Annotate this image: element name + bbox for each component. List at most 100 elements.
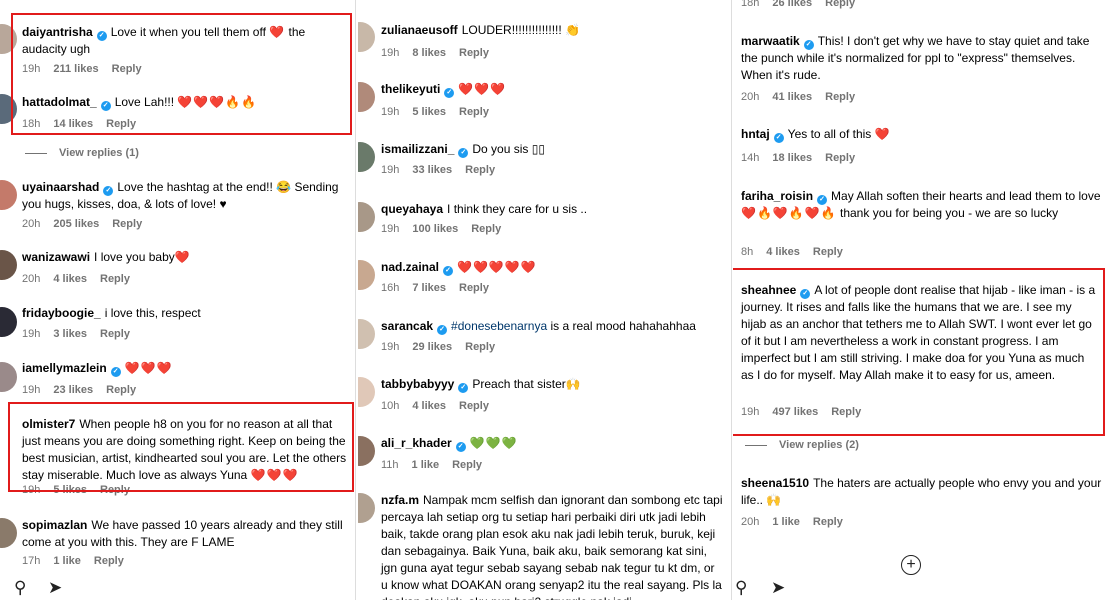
view-replies-button[interactable]: View replies (1) [25,147,139,159]
comment-meta: 19h 3 likes Reply [22,328,143,340]
comment-username[interactable]: wanizawawi [22,250,90,264]
like-count[interactable]: 4 likes [766,246,800,258]
avatar[interactable] [358,260,375,290]
send-icon[interactable]: ➤ [771,578,785,598]
comment-username[interactable]: uyainaarshad [22,180,99,194]
comment-username[interactable]: sarancak [381,319,433,333]
comment-time: 19h [381,341,400,353]
reply-button[interactable]: Reply [106,384,136,396]
comment-username[interactable]: sopimazlan [22,518,87,532]
like-count[interactable]: 100 likes [412,223,458,235]
like-count[interactable]: 26 likes [772,0,812,9]
comment-meta: 10h 4 likes Reply [381,400,502,412]
reply-button[interactable]: Reply [100,328,130,340]
reply-button[interactable]: Reply [459,282,489,294]
comment-username[interactable]: zulianaeusoff [381,23,458,37]
reply-button[interactable]: Reply [825,91,855,103]
comment-username[interactable]: hntaj [741,127,770,141]
avatar[interactable] [358,142,375,172]
verified-icon: ✓ [444,88,455,98]
highlight-box [733,268,1105,436]
avatar[interactable] [358,22,375,52]
comments-column-1: daiyantrisha ✓ Love it when you tell them … [0,0,355,600]
comment-username[interactable]: iamellymazlein [22,361,107,375]
reply-button[interactable]: Reply [813,516,843,528]
reply-button[interactable]: Reply [471,223,501,235]
comment-time: 20h [741,91,760,103]
column-divider [355,0,356,600]
avatar[interactable] [0,250,17,280]
avatar[interactable] [358,202,375,232]
comment-username[interactable]: fridayboogie_ [22,306,101,320]
comment-username[interactable]: nad.zainal [381,260,439,274]
verified-icon: ✓ [803,40,814,50]
like-count[interactable]: 7 likes [412,282,446,294]
like-count[interactable]: 8 likes [412,47,446,59]
reply-button[interactable]: Reply [465,341,495,353]
raised-hands-emoji: 🙌 [565,377,581,391]
comment-username[interactable]: tabbybabyyy [381,377,454,391]
comment-username[interactable]: queyahaya [381,202,443,216]
reply-button[interactable]: Reply [452,459,482,471]
clap-emoji: 👏 [565,23,581,37]
verified-icon: ✓ [437,325,448,335]
comment-username[interactable]: fariha_roisin [741,189,813,203]
hashtag-link[interactable]: #donesebenarnya [451,319,547,333]
comment-text: Yes to all of this [787,127,872,141]
search-icon[interactable]: ⚲ [735,578,747,598]
comment-time: 14h [741,152,760,164]
like-count[interactable]: 41 likes [772,91,812,103]
like-count[interactable]: 4 likes [53,273,87,285]
comment-username[interactable]: nzfa.m [381,493,419,507]
heart-emoji: ❤️ [874,127,891,141]
comment-meta: 20h 1 like Reply [741,516,856,528]
reply-button[interactable]: Reply [94,555,124,567]
reply-button[interactable]: Reply [459,106,489,118]
reply-button[interactable]: Reply [825,152,855,164]
like-count[interactable]: 1 like [412,459,440,471]
avatar[interactable] [0,307,17,337]
comment-meta: 14h 18 likes Reply [741,152,868,164]
like-count[interactable]: 23 likes [53,384,93,396]
like-count[interactable]: 29 likes [412,341,452,353]
like-count[interactable]: 18 likes [772,152,812,164]
like-count[interactable]: 1 like [772,516,800,528]
comment-text: LOUDER!!!!!!!!!!!!!!! [461,23,562,37]
comment-username[interactable]: sheena1510 [741,476,809,490]
verified-icon: ✓ [103,186,114,196]
avatar[interactable] [358,436,375,466]
avatar[interactable] [358,319,375,349]
avatar[interactable] [0,362,17,392]
comment-meta: 19h 100 likes Reply [381,223,514,235]
like-count[interactable]: 4 likes [412,400,446,412]
reply-button[interactable]: Reply [112,218,142,230]
search-icon[interactable]: ⚲ [14,578,26,598]
avatar[interactable] [358,377,375,407]
reply-button[interactable]: Reply [465,164,495,176]
reply-button[interactable]: Reply [100,273,130,285]
like-count[interactable]: 1 like [53,555,81,567]
comment-meta: 20h 205 likes Reply [22,218,155,230]
load-more-plus-icon[interactable]: + [901,555,921,575]
view-replies-button[interactable]: View replies (2) [745,439,859,451]
comment-username[interactable]: ismailizzani_ [381,142,454,156]
reply-button[interactable]: Reply [825,0,855,9]
send-icon[interactable]: ➤ [48,578,62,598]
like-count[interactable]: 5 likes [412,106,446,118]
reply-button[interactable]: Reply [459,400,489,412]
avatar[interactable] [358,82,375,112]
like-count[interactable]: 33 likes [412,164,452,176]
like-count[interactable]: 3 likes [53,328,87,340]
avatar[interactable] [0,180,17,210]
reply-button[interactable]: Reply [813,246,843,258]
avatar[interactable] [0,518,17,548]
avatar[interactable] [358,493,375,523]
comment-username[interactable]: ali_r_khader [381,436,452,450]
like-count[interactable]: 205 likes [53,218,99,230]
verified-icon: ✓ [458,148,469,158]
comment-time: 20h [22,218,41,230]
comment-text: I think they care for u sis .. [447,202,588,216]
reply-button[interactable]: Reply [459,47,489,59]
comment-username[interactable]: marwaatik [741,34,800,48]
comment-username[interactable]: thelikeyuti [381,82,440,96]
